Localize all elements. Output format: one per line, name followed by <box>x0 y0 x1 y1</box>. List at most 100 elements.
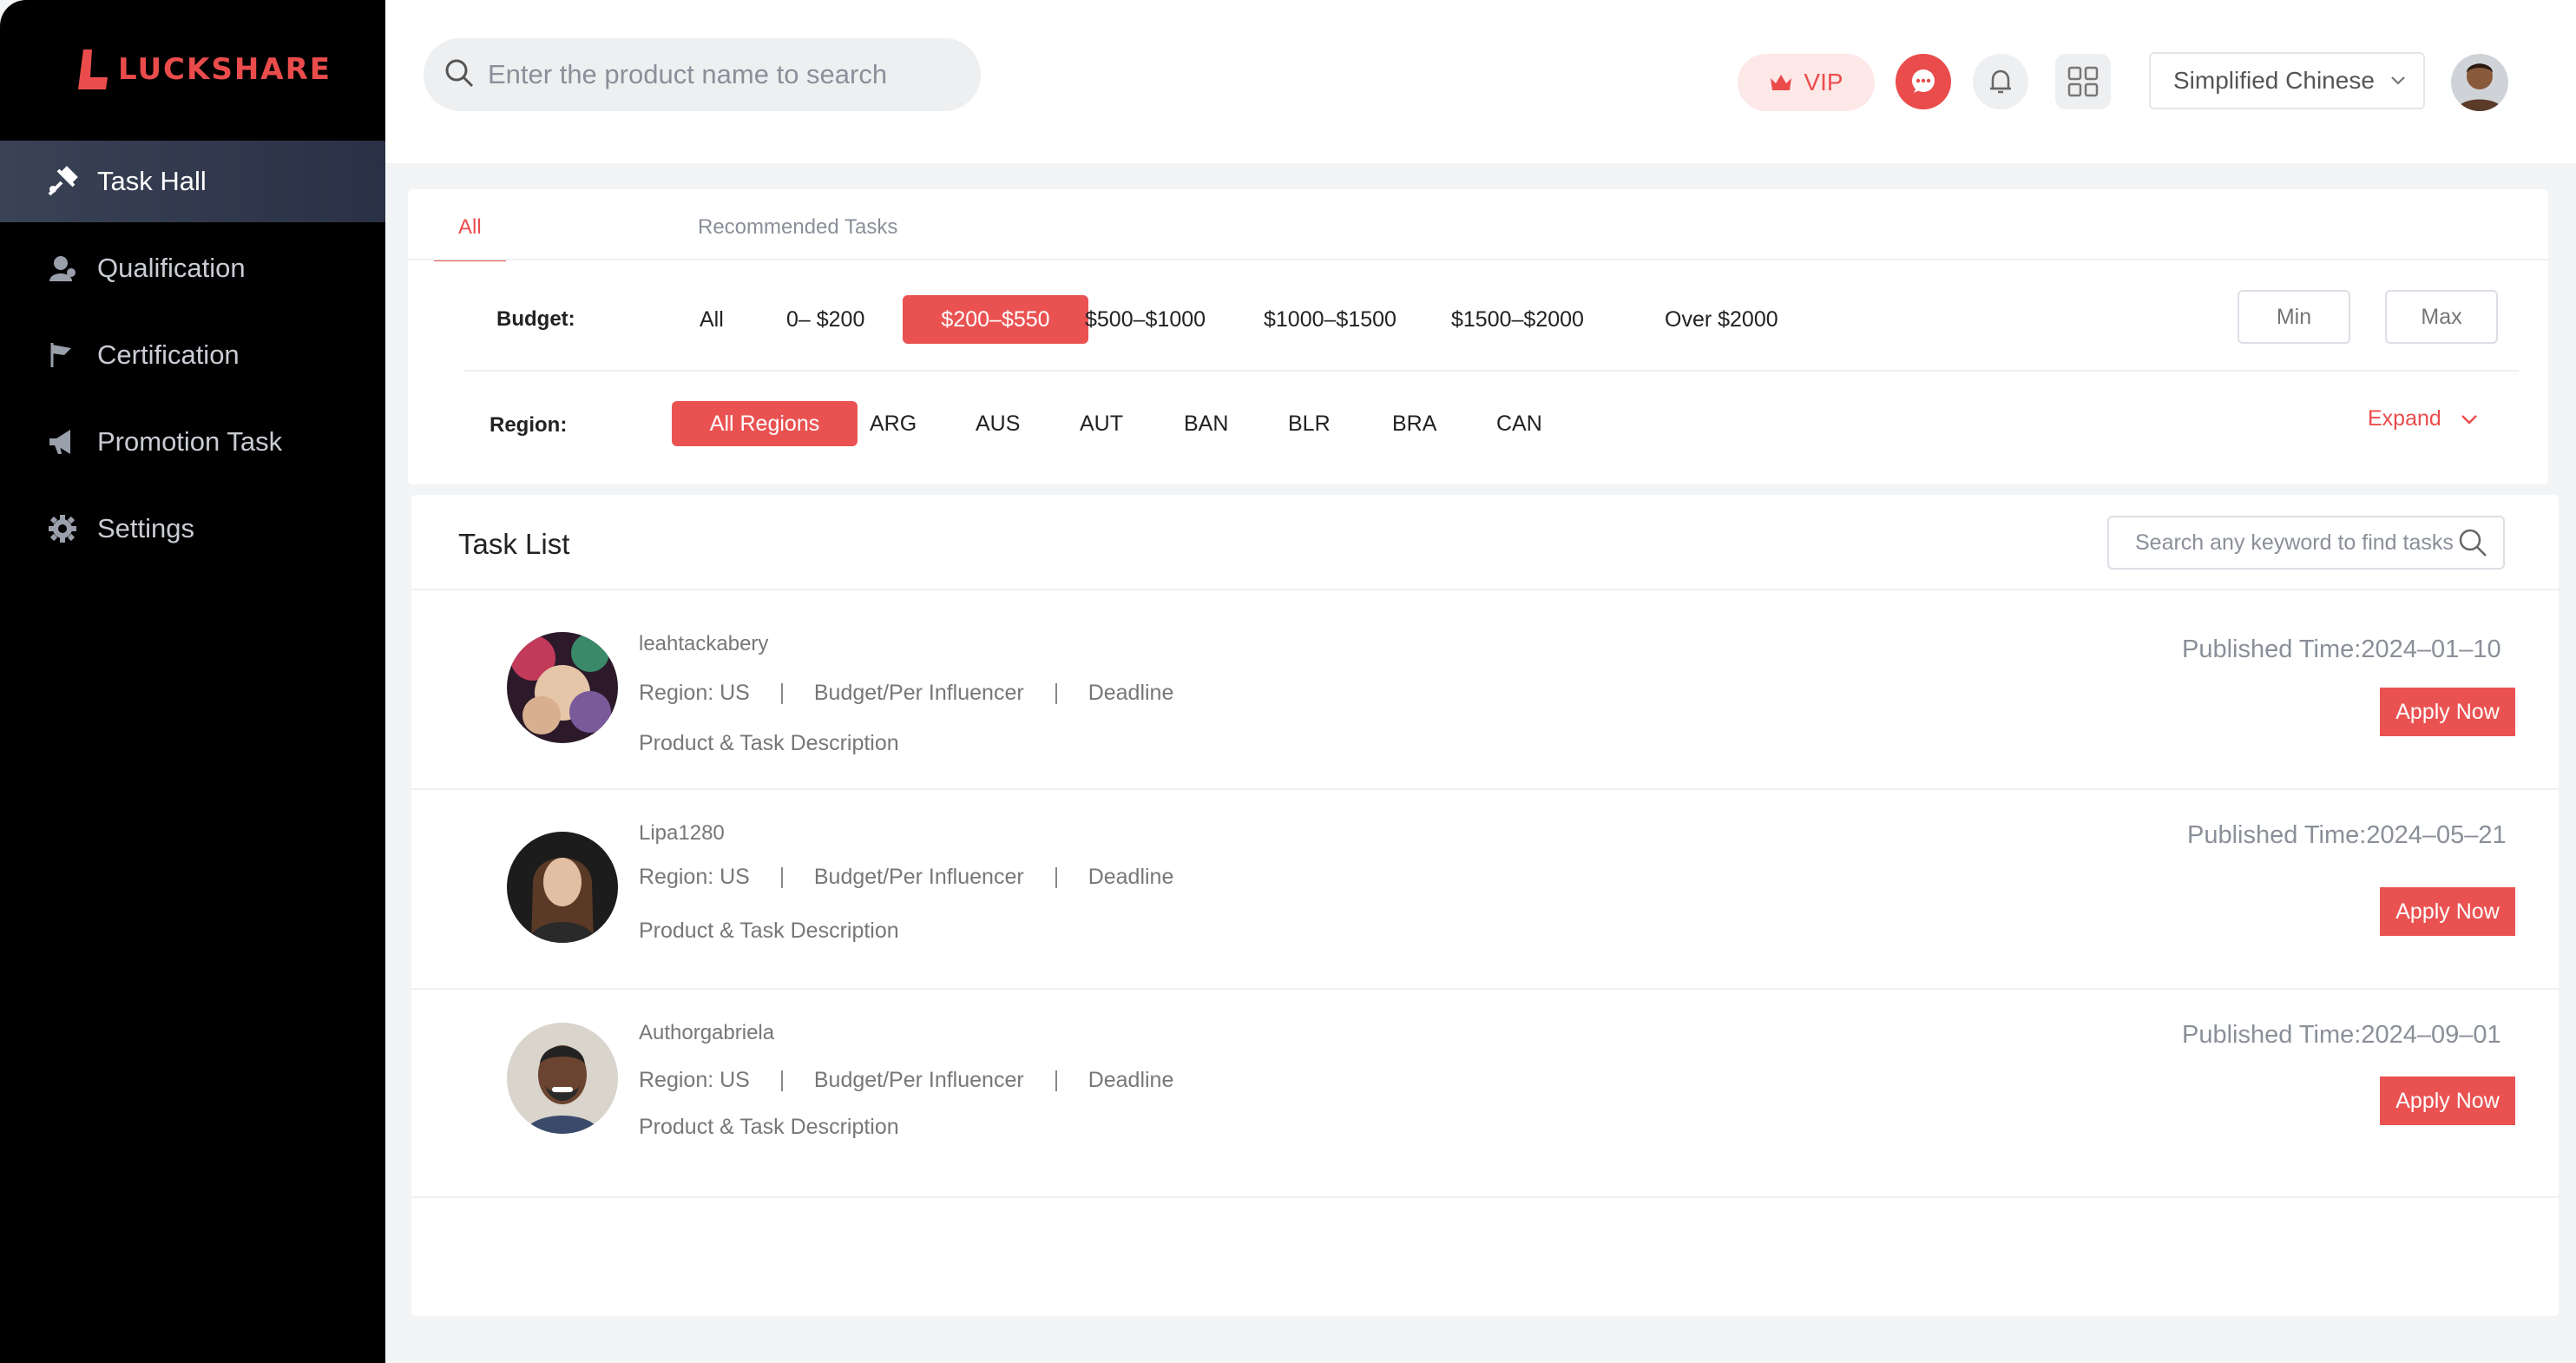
notification-button[interactable] <box>1973 54 2028 109</box>
flag-icon <box>45 338 80 372</box>
megaphone-icon <box>45 425 80 459</box>
task-description: Product & Task Description <box>639 1115 899 1139</box>
task-username: Authorgabriela <box>639 1021 775 1044</box>
region-option-ban[interactable]: BAN <box>1168 401 1244 446</box>
separator <box>780 1070 783 1091</box>
sidebar-item-task-hall[interactable]: Task Hall <box>0 141 385 222</box>
separator <box>780 682 783 704</box>
budget-option-500-1000[interactable]: $500–$1000 <box>1069 295 1221 344</box>
task-meta: Region: US Budget/Per Influencer Deadlin… <box>639 681 1173 706</box>
region-option-all-regions[interactable]: All Regions <box>672 401 858 446</box>
region-option-aus[interactable]: AUS <box>960 401 1035 446</box>
task-username: leahtackabery <box>639 632 769 655</box>
task-search-input[interactable] <box>2133 529 2458 556</box>
budget-label: Budget: <box>496 307 575 331</box>
message-button[interactable] <box>1896 54 1951 109</box>
task-list-title: Task List <box>458 528 570 560</box>
task-budget: Budget/Per Influencer <box>813 865 1024 889</box>
expand-button[interactable]: Expand <box>2368 406 2478 431</box>
task-avatar[interactable] <box>507 832 618 943</box>
task-budget: Budget/Per Influencer <box>813 1068 1024 1092</box>
apply-now-button[interactable]: Apply Now <box>2380 688 2515 736</box>
divider <box>411 1196 2559 1198</box>
vip-label: VIP <box>1804 69 1843 95</box>
task-search[interactable] <box>2107 516 2505 570</box>
brand-logo[interactable]: LUCKSHARE <box>75 45 332 94</box>
sidebar-item-certification[interactable]: Certification <box>0 314 385 396</box>
region-option-aut[interactable]: AUT <box>1064 401 1139 446</box>
user-avatar[interactable] <box>2451 54 2508 111</box>
task-tabs: All Recommended Tasks <box>434 189 2517 261</box>
crown-icon <box>1771 75 1792 90</box>
region-option-blr[interactable]: BLR <box>1272 401 1346 446</box>
expand-label: Expand <box>2368 406 2441 431</box>
sidebar-item-label: Promotion Task <box>97 426 283 457</box>
sidebar-item-promotion-task[interactable]: Promotion Task <box>0 401 385 483</box>
tab-all[interactable]: All <box>434 215 506 261</box>
budget-max-input[interactable] <box>2385 290 2498 344</box>
separator <box>1055 1070 1057 1091</box>
top-bar: VIP Simplified Chinese <box>385 0 2576 163</box>
bell-icon <box>1990 69 2011 94</box>
task-published-time: Published Time:2024–05–21 <box>2187 821 2507 849</box>
luckshare-logo-icon <box>78 49 108 89</box>
product-search[interactable] <box>424 38 981 111</box>
apply-now-button[interactable]: Apply Now <box>2380 1077 2515 1125</box>
budget-option-over-2000[interactable]: Over $2000 <box>1649 295 1794 344</box>
budget-option-0-200[interactable]: 0– $200 <box>771 295 880 344</box>
budget-option-1000-1500[interactable]: $1000–$1500 <box>1248 295 1412 344</box>
search-icon <box>444 58 474 92</box>
task-hall-icon <box>45 164 80 199</box>
sidebar-item-settings[interactable]: Settings <box>0 488 385 570</box>
language-label: Simplified Chinese <box>2173 67 2375 94</box>
user-icon <box>45 251 80 286</box>
task-row: Lipa1280 Region: US Budget/Per Influence… <box>411 790 2559 988</box>
region-option-can[interactable]: CAN <box>1481 401 1558 446</box>
filter-panel: All Recommended Tasks Budget: All 0– $20… <box>408 189 2548 484</box>
task-list-panel: Task List leahtackabery Region: US Budge… <box>411 495 2559 1316</box>
sidebar-nav: Task Hall Qualification Certification Pr… <box>0 141 385 575</box>
gear-icon <box>45 511 80 546</box>
language-select[interactable]: Simplified Chinese <box>2149 52 2425 109</box>
separator <box>780 866 783 888</box>
tab-recommended-tasks[interactable]: Recommended Tasks <box>698 215 897 257</box>
task-description: Product & Task Description <box>639 731 899 755</box>
separator <box>1055 682 1057 704</box>
separator <box>1055 866 1057 888</box>
chevron-down-icon <box>2461 414 2477 425</box>
sidebar-item-label: Task Hall <box>97 166 207 196</box>
brand-name: LUCKSHARE <box>118 52 332 87</box>
task-meta: Region: US Budget/Per Influencer Deadlin… <box>639 865 1173 890</box>
task-description: Product & Task Description <box>639 919 899 943</box>
chat-bubble-icon <box>1912 69 1935 93</box>
region-option-arg[interactable]: ARG <box>854 401 932 446</box>
product-search-input[interactable] <box>486 58 941 91</box>
task-avatar[interactable] <box>507 632 618 743</box>
sidebar: LUCKSHARE Task Hall Qualification Certif… <box>0 0 385 1363</box>
chevron-down-icon <box>2391 76 2405 85</box>
task-meta: Region: US Budget/Per Influencer Deadlin… <box>639 1068 1173 1093</box>
task-avatar[interactable] <box>507 1023 618 1134</box>
budget-option-200-550[interactable]: $200–$550 <box>903 295 1088 344</box>
apps-button[interactable] <box>2055 54 2111 109</box>
sidebar-item-label: Settings <box>97 513 195 543</box>
task-row: leahtackabery Region: US Budget/Per Infl… <box>411 590 2559 788</box>
budget-option-all[interactable]: All <box>684 295 739 344</box>
budget-option-1500-2000[interactable]: $1500–$2000 <box>1436 295 1600 344</box>
grid-icon <box>2067 66 2099 97</box>
sidebar-item-label: Certification <box>97 339 240 370</box>
sidebar-item-qualification[interactable]: Qualification <box>0 227 385 309</box>
vip-button[interactable]: VIP <box>1738 54 1875 111</box>
divider <box>463 370 2519 372</box>
task-published-time: Published Time:2024–01–10 <box>2182 635 2501 663</box>
task-row: Authorgabriela Region: US Budget/Per Inf… <box>411 990 2559 1188</box>
budget-min-input[interactable] <box>2238 290 2350 344</box>
task-username: Lipa1280 <box>639 821 725 845</box>
task-deadline: Deadline <box>1088 1068 1174 1092</box>
task-region: Region: US <box>639 681 750 705</box>
task-deadline: Deadline <box>1088 681 1174 705</box>
task-budget: Budget/Per Influencer <box>813 681 1024 705</box>
sidebar-item-label: Qualification <box>97 253 246 283</box>
apply-now-button[interactable]: Apply Now <box>2380 887 2515 936</box>
region-option-bra[interactable]: BRA <box>1377 401 1452 446</box>
